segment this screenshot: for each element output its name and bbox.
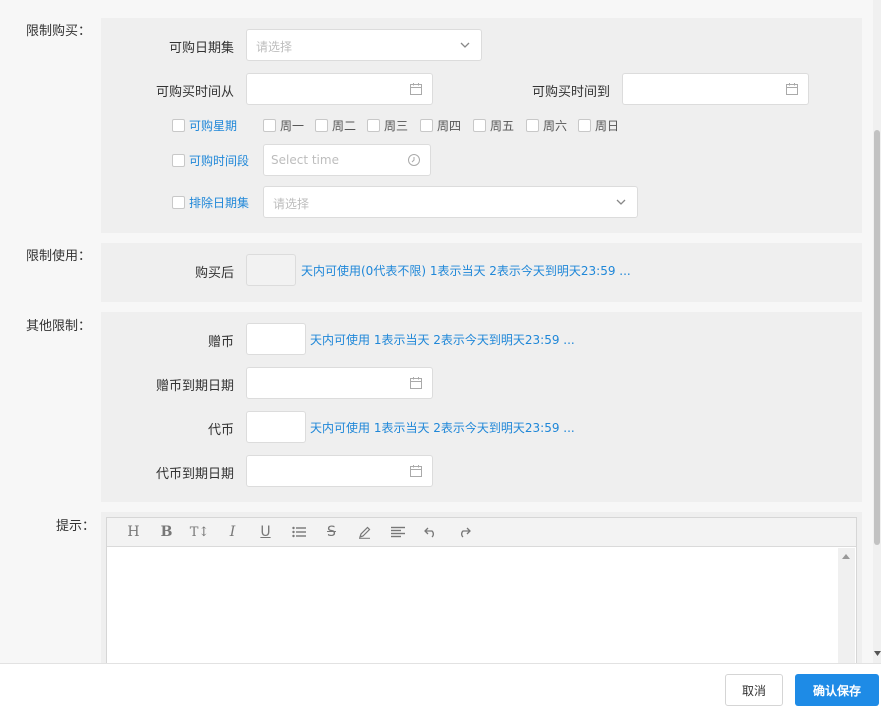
weekday-checkbox-tue[interactable] — [315, 119, 328, 132]
underline-icon[interactable]: U — [249, 518, 282, 547]
time-from-label: 可购买时间从 — [155, 85, 234, 100]
scroll-up-icon[interactable] — [842, 553, 850, 559]
calendar-icon — [786, 83, 798, 95]
token-hint: 天内可使用 1表示当天 2表示今天到明天23:59 ... — [310, 421, 575, 435]
page: 限制购买： 可购日期集 请选择 可购买时间从 可购买时间到 可购星期 周一 周二… — [0, 0, 881, 706]
token-expire-label: 代币到期日期 — [155, 467, 234, 482]
list-icon[interactable] — [282, 518, 315, 547]
weekday-checkbox-mon[interactable] — [263, 119, 276, 132]
weekday-checkbox-wed[interactable] — [367, 119, 380, 132]
undo-icon[interactable] — [414, 518, 447, 547]
token-days-input[interactable] — [246, 411, 306, 443]
scroll-down-icon[interactable] — [874, 651, 881, 656]
editor-toolbar: H B T↕ I U S — [107, 518, 856, 547]
date-set-select[interactable]: 请选择 — [246, 29, 482, 61]
gift-coin-days-input[interactable] — [246, 323, 306, 355]
bold-icon[interactable]: B — [150, 518, 183, 547]
chevron-down-icon — [616, 199, 626, 205]
weekday-label-wed: 周三 — [384, 119, 409, 133]
editor-scrollbar[interactable] — [838, 548, 855, 676]
exclude-label: 排除日期集 — [189, 196, 250, 210]
time-to-input[interactable] — [622, 73, 809, 105]
calendar-icon — [410, 465, 422, 477]
after-purchase-label: 购买后 — [194, 266, 234, 281]
weekday-checkbox-sat[interactable] — [526, 119, 539, 132]
clock-icon — [408, 154, 420, 166]
weekday-label-sat: 周六 — [543, 119, 568, 133]
gift-coin-hint: 天内可使用 1表示当天 2表示今天到明天23:59 ... — [310, 333, 575, 347]
time-slot-placeholder: Select time — [271, 153, 339, 167]
pen-icon[interactable] — [348, 518, 381, 547]
time-to-label: 可购买时间到 — [531, 85, 610, 100]
gift-expire-input[interactable] — [246, 367, 433, 399]
gift-expire-label: 赠币到期日期 — [155, 379, 234, 394]
chevron-down-icon — [460, 42, 470, 48]
gift-coin-label: 赠币 — [207, 335, 234, 350]
other-limit-label: 其他限制： — [26, 319, 92, 334]
exclude-placeholder: 请选择 — [273, 197, 310, 211]
page-scrollbar-thumb[interactable] — [874, 130, 880, 545]
purchase-limit-label: 限制购买： — [26, 24, 92, 39]
use-limit-label: 限制使用： — [26, 249, 92, 264]
calendar-icon — [410, 377, 422, 389]
rich-text-editor: H B T↕ I U S — [106, 517, 857, 677]
after-purchase-days-input[interactable] — [246, 254, 296, 286]
editor-content-area[interactable] — [107, 548, 837, 676]
cancel-button[interactable]: 取消 — [725, 674, 783, 706]
time-from-input[interactable] — [246, 73, 433, 105]
week-label: 可购星期 — [189, 119, 238, 133]
weekday-checkbox-thu[interactable] — [420, 119, 433, 132]
weekday-label-tue: 周二 — [332, 119, 357, 133]
weekday-label-sun: 周日 — [595, 119, 620, 133]
weekday-checkbox-fri[interactable] — [473, 119, 486, 132]
exclude-select[interactable]: 请选择 — [263, 186, 638, 218]
weekday-label-mon: 周一 — [280, 119, 305, 133]
heading-icon[interactable]: H — [117, 518, 150, 547]
weekday-label-fri: 周五 — [490, 119, 515, 133]
strikethrough-icon[interactable]: S — [315, 518, 348, 547]
time-slot-checkbox[interactable] — [172, 154, 185, 167]
date-set-label: 可购日期集 — [168, 41, 234, 56]
font-size-icon[interactable]: T↕ — [183, 518, 216, 547]
date-set-placeholder: 请选择 — [256, 40, 293, 54]
token-expire-input[interactable] — [246, 455, 433, 487]
time-slot-input[interactable]: Select time — [263, 144, 431, 176]
align-icon[interactable] — [381, 518, 414, 547]
exclude-checkbox[interactable] — [172, 196, 185, 209]
week-checkbox[interactable] — [172, 119, 185, 132]
redo-icon[interactable] — [447, 518, 480, 547]
calendar-icon — [410, 83, 422, 95]
time-slot-label: 可购时间段 — [189, 154, 250, 168]
tips-label: 提示： — [56, 519, 96, 534]
token-label: 代币 — [207, 423, 234, 438]
weekday-label-thu: 周四 — [437, 119, 462, 133]
save-button[interactable]: 确认保存 — [795, 674, 879, 706]
weekday-checkbox-sun[interactable] — [578, 119, 591, 132]
after-purchase-hint: 天内可使用(0代表不限) 1表示当天 2表示今天到明天23:59 ... — [301, 264, 631, 278]
italic-icon[interactable]: I — [216, 518, 249, 547]
